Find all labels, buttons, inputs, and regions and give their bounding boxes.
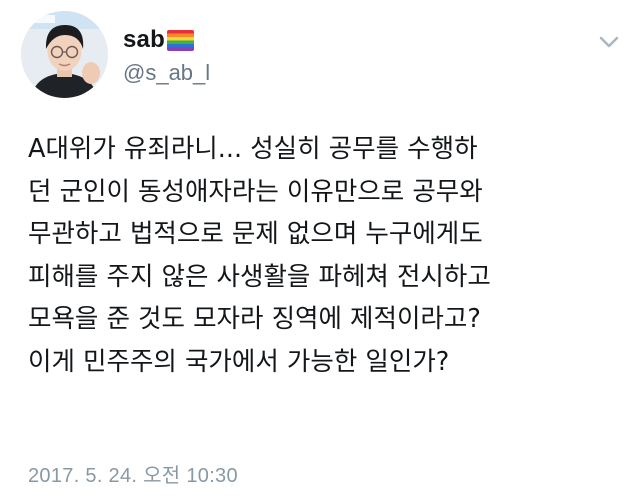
- tweet-timestamp[interactable]: 2017. 5. 24. 오전 10:30: [28, 459, 238, 488]
- tweet-text-line: 모욕을 준 것도 모자라 징역에 제적이라고?: [28, 304, 481, 334]
- rainbow-flag-icon: [166, 29, 194, 51]
- tweet-text-line: 던 군인이 동성애자라는 이유만으로 공무와: [28, 176, 483, 207]
- chevron-down-icon[interactable]: [597, 30, 621, 54]
- tweet-text: A대위가 유죄라니... 성실히 공무를 수행하 던 군인이 동성애자라는 이유…: [28, 128, 628, 383]
- tweet-card: sab @s_ab_l A대위가 유죄라니... 성실히 공무를 수행하 던 군…: [0, 0, 639, 500]
- author-handle[interactable]: @s_ab_l: [123, 60, 210, 86]
- avatar[interactable]: [21, 11, 108, 98]
- tweet-text-line: 피해를 주지 않은 사생활을 파헤쳐 전시하고: [28, 261, 491, 292]
- tweet-text-line: 무관하고 법적으로 문제 없으며 누구에게도: [28, 219, 483, 249]
- tweet-text-line: A대위가 유죄라니... 성실히 공무를 수행하: [28, 134, 478, 164]
- author-display-name[interactable]: sab: [123, 26, 165, 54]
- author-name-row[interactable]: sab: [123, 25, 194, 55]
- tweet-text-line: 이게 민주주의 국가에서 가능한 일인가?: [28, 346, 450, 377]
